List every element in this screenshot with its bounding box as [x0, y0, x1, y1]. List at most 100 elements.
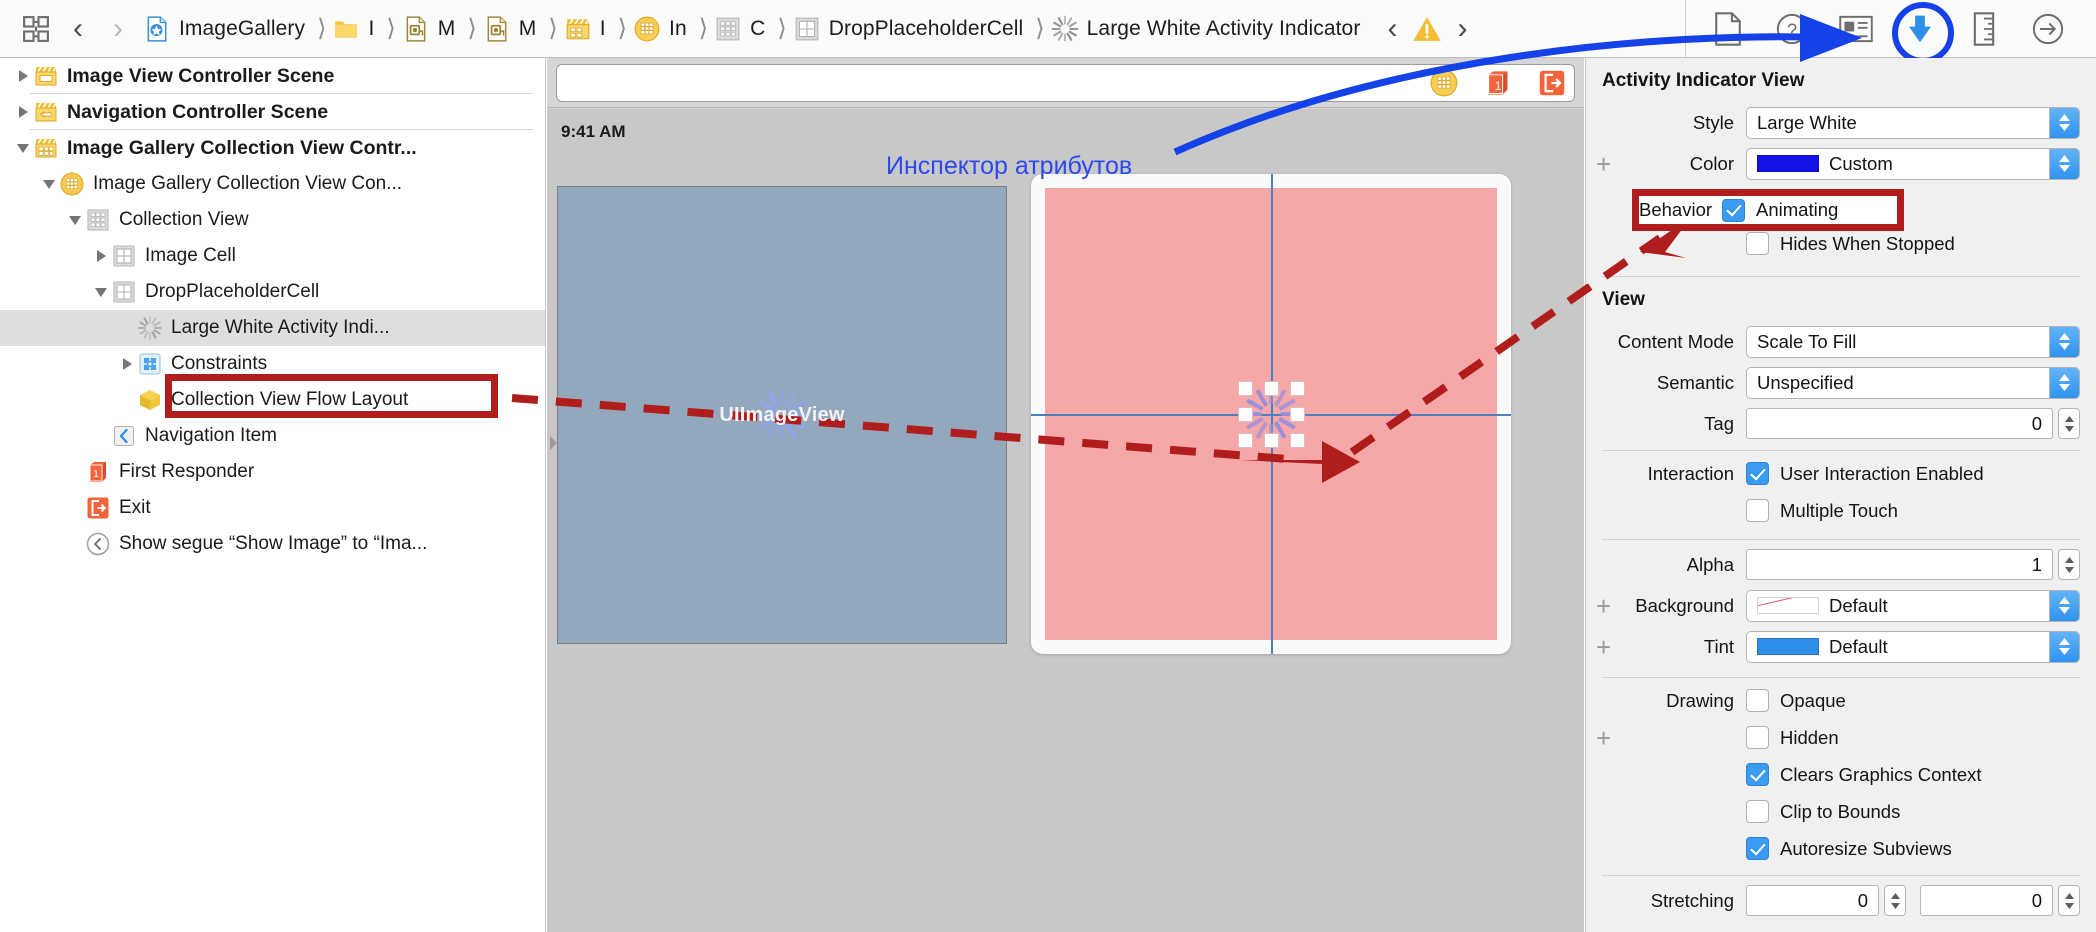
device-preview[interactable]: 9:41 AM UIImageView: [547, 109, 1584, 932]
attributes-inspector-panel[interactable]: Activity Indicator View Style Large Whit…: [1585, 58, 2096, 932]
breadcrumb-item-cell[interactable]: DropPlaceholderCell: [794, 0, 1024, 57]
opaque-checkbox[interactable]: [1746, 689, 1769, 712]
outline-row[interactable]: Image Cell: [0, 238, 545, 274]
tint-swatch[interactable]: [1757, 638, 1819, 655]
semantic-select[interactable]: Unspecified: [1746, 366, 2080, 399]
chevron-down-icon[interactable]: [12, 137, 34, 159]
outline-row[interactable]: Collection View: [0, 202, 545, 238]
outline-row[interactable]: Exit: [0, 490, 545, 526]
stretching-y-stepper[interactable]: [2058, 885, 2080, 916]
color-swatch[interactable]: [1757, 155, 1819, 172]
behavior-highlight-checkbox[interactable]: [1722, 198, 1746, 222]
chevron-down-icon[interactable]: [38, 173, 60, 195]
chevron-updown-icon[interactable]: [2049, 107, 2079, 138]
behavior-highlight-content: Behavior Animating: [1639, 196, 1897, 224]
chevron-updown-icon[interactable]: [2049, 631, 2079, 662]
back-button[interactable]: ‹: [58, 13, 98, 44]
identity-inspector-icon[interactable]: [1824, 4, 1888, 54]
selection-handle[interactable]: [1238, 381, 1253, 396]
outline-row[interactable]: DropPlaceholderCell: [0, 274, 545, 310]
grid-toggle-icon[interactable]: [14, 7, 58, 51]
outline-row[interactable]: Image View Controller Scene: [0, 58, 545, 94]
multiple-touch-checkbox[interactable]: [1746, 499, 1769, 522]
clears-graphics-context-checkbox[interactable]: [1746, 763, 1769, 786]
background-select[interactable]: Default: [1746, 589, 2080, 622]
outline-row[interactable]: Show segue “Show Image” to “Ima...: [0, 526, 545, 562]
first-responder-dock-icon[interactable]: 1: [1484, 69, 1512, 97]
breadcrumb-item-folder[interactable]: I: [333, 0, 374, 57]
tag-stepper[interactable]: [2058, 408, 2080, 439]
outline-row[interactable]: Image Gallery Collection View Con...: [0, 166, 545, 202]
chevron-right-icon[interactable]: [90, 245, 112, 267]
outline-row[interactable]: Constraints: [0, 346, 545, 382]
outline-row[interactable]: Image Gallery Collection View Contr...: [0, 130, 545, 166]
chevron-right-icon[interactable]: [116, 353, 138, 375]
outline-row[interactable]: Navigation Controller Scene: [0, 94, 545, 130]
selection-handle[interactable]: [1264, 433, 1279, 448]
add-variation-button[interactable]: +: [1596, 634, 1611, 660]
interface-builder-canvas[interactable]: 1 9:41 AM UIImageView: [547, 58, 1584, 932]
outline-row[interactable]: Navigation Item: [0, 418, 545, 454]
outline-row[interactable]: 1 First Responder: [0, 454, 545, 490]
previous-issue-button[interactable]: ‹: [1372, 13, 1412, 44]
breadcrumb-item-storyboard[interactable]: M: [403, 0, 456, 57]
quick-help-inspector-icon[interactable]: ?: [1760, 4, 1824, 54]
outline-row[interactable]: Collection View Flow Layout: [0, 382, 545, 418]
style-select[interactable]: Large White: [1746, 106, 2080, 139]
chevron-updown-icon[interactable]: [2049, 148, 2079, 179]
breadcrumb-item-scene[interactable]: I: [565, 0, 606, 57]
color-select[interactable]: Custom: [1746, 147, 2080, 180]
hidden-checkbox[interactable]: [1746, 726, 1769, 749]
selection-handle[interactable]: [1264, 381, 1279, 396]
add-variation-button[interactable]: +: [1596, 593, 1611, 619]
alpha-input[interactable]: 1: [1746, 549, 2053, 580]
add-variation-button[interactable]: +: [1596, 151, 1611, 177]
attributes-inspector-icon[interactable]: [1888, 1, 1954, 64]
file-inspector-icon[interactable]: [1696, 4, 1760, 54]
size-inspector-icon[interactable]: [1952, 4, 2016, 54]
autoresize-subviews-checkbox[interactable]: [1746, 837, 1769, 860]
selection-handle[interactable]: [1290, 381, 1305, 396]
chevron-right-icon[interactable]: [12, 101, 34, 123]
content-mode-select[interactable]: Scale To Fill: [1746, 325, 2080, 358]
chevron-right-icon[interactable]: [12, 65, 34, 87]
chevron-updown-icon[interactable]: [2049, 590, 2079, 621]
breadcrumb-item-project[interactable]: ImageGallery: [144, 0, 305, 57]
chevron-updown-icon[interactable]: [2049, 367, 2079, 398]
breadcrumb-item-storyboard-2[interactable]: M: [484, 0, 537, 57]
breadcrumb-item-view-controller[interactable]: In: [634, 0, 687, 57]
chevron-updown-icon[interactable]: [2049, 326, 2079, 357]
tag-input[interactable]: 0: [1746, 408, 2053, 439]
breadcrumb-item-collection-view[interactable]: C: [715, 0, 765, 57]
user-interaction-enabled-checkbox[interactable]: [1746, 462, 1769, 485]
placeholder-fill[interactable]: [1031, 174, 1511, 654]
exit-dock-icon[interactable]: [1538, 69, 1566, 97]
background-swatch[interactable]: [1757, 597, 1819, 614]
stretching-x-input[interactable]: 0: [1746, 885, 1879, 916]
alpha-stepper[interactable]: [2058, 549, 2080, 580]
scene-dock[interactable]: 1: [556, 63, 1575, 102]
clip-to-bounds-checkbox[interactable]: [1746, 800, 1769, 823]
selection-handle[interactable]: [1290, 407, 1305, 422]
selection-handle[interactable]: [1290, 433, 1305, 448]
view-controller-dock-icon[interactable]: [1430, 69, 1458, 97]
add-variation-button[interactable]: +: [1596, 725, 1611, 751]
chevron-down-icon[interactable]: [90, 281, 112, 303]
connections-inspector-icon[interactable]: [2016, 4, 2080, 54]
stretching-y-input[interactable]: 0: [1920, 885, 2053, 916]
hides-when-stopped-checkbox[interactable]: [1746, 232, 1769, 255]
chevron-down-icon[interactable]: [64, 209, 86, 231]
canvas-expander-arrow[interactable]: [547, 429, 561, 457]
tint-select[interactable]: Default: [1746, 630, 2080, 663]
selection-handle[interactable]: [1238, 407, 1253, 422]
outline-row[interactable]: Large White Activity Indi...: [0, 310, 545, 346]
stretching-x-stepper[interactable]: [1884, 885, 1906, 916]
breadcrumb-item-activity-indicator[interactable]: Large White Activity Indicator: [1051, 0, 1361, 57]
document-outline[interactable]: Image View Controller Scene Navigation Co…: [0, 58, 546, 932]
image-cell-preview[interactable]: UIImageView: [557, 186, 1007, 644]
next-issue-button[interactable]: ›: [1442, 13, 1482, 44]
drop-placeholder-cell-preview[interactable]: [1031, 174, 1511, 654]
warning-triangle-icon[interactable]: [1412, 15, 1442, 43]
selection-handle[interactable]: [1238, 433, 1253, 448]
forward-button[interactable]: ›: [98, 13, 138, 44]
